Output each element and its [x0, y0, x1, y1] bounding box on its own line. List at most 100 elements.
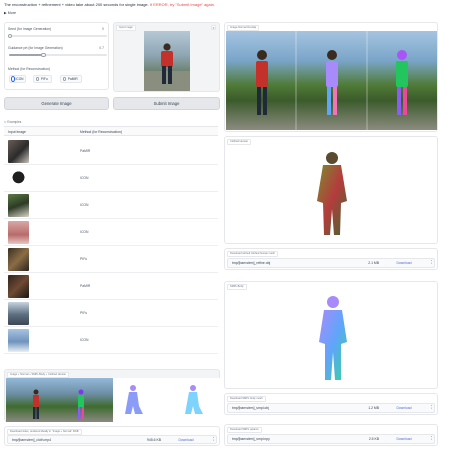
- download-link[interactable]: Download: [161, 438, 211, 442]
- download-link[interactable]: Download: [379, 437, 429, 441]
- image-normal-overlap-panel[interactable]: Image-Normal Overlap: [224, 22, 438, 132]
- video-file-row: tmp/[barnsiem]_cloth.mp4 945.6 KB Downlo…: [7, 435, 217, 444]
- example-method: PIFu: [80, 257, 88, 261]
- example-thumbnail: [8, 140, 29, 163]
- example-method: ICON: [80, 230, 89, 234]
- example-thumbnail: [8, 329, 29, 352]
- refined-file-row: tmp/[barnsiem]_refine.obj 2.1 MB Downloa…: [227, 258, 435, 268]
- example-thumbnail: [8, 275, 29, 298]
- video-panel[interactable]: Image + Normal + SMPL Body + Clothed Hum…: [4, 369, 220, 422]
- table-header: Input Image Method (for Reconstruction): [4, 126, 218, 136]
- close-icon[interactable]: ✕: [211, 25, 216, 30]
- examples-table: Input Image Method (for Reconstruction) …: [0, 126, 222, 364]
- header-method: Method (for Reconstruction): [80, 130, 123, 134]
- download-link[interactable]: Download: [379, 406, 429, 410]
- smpl-params-download-label: Download SMPL params: [227, 427, 262, 433]
- table-row[interactable]: PaMIR: [4, 138, 218, 165]
- table-row[interactable]: ICON: [4, 219, 218, 246]
- submit-image-button[interactable]: Submit Image: [113, 97, 220, 110]
- video-figures-icon: [33, 389, 84, 419]
- file-name: tmp/[barnsiem]_smpl.npy: [232, 437, 270, 441]
- clothed-mesh-icon: [317, 152, 347, 235]
- overlap-image: [226, 31, 437, 130]
- smpl-mesh-icon: [319, 296, 347, 380]
- seed-label: Seed (for Image Generation): [8, 27, 52, 31]
- smpl-body-label: SMPL Body: [227, 284, 247, 290]
- guidance-value: 0.7: [99, 46, 104, 50]
- table-row[interactable]: PaMIR: [4, 273, 218, 300]
- examples-label[interactable]: ▽ Examples: [4, 120, 21, 124]
- refined-download-label: Download refined clothed human mesh: [227, 251, 278, 257]
- method-option-label: ICON: [15, 77, 24, 81]
- file-name: tmp/[barnsiem]_refine.obj: [232, 261, 271, 265]
- generate-image-button[interactable]: Generate Image: [4, 97, 109, 110]
- refined-download-panel: Download refined clothed human mesh tmp/…: [224, 248, 438, 270]
- scroll-arrows-icon[interactable]: ▴ ▾: [429, 260, 434, 265]
- table-row[interactable]: ICON: [4, 165, 218, 192]
- guidance-slider-fill: [9, 54, 44, 56]
- input-image-label: Input Image: [116, 25, 136, 31]
- scroll-arrows-icon[interactable]: ▴ ▾: [211, 436, 216, 442]
- guidance-slider[interactable]: [9, 52, 107, 57]
- controls-panel: Seed (for Image Generation) 0 Guidance p…: [4, 22, 109, 90]
- method-option-label: PIFu: [40, 77, 48, 81]
- smpl-body-panel[interactable]: SMPL Body: [224, 281, 438, 389]
- example-thumbnail: [8, 248, 29, 271]
- overlap-figures-icon: [256, 31, 408, 130]
- example-thumbnail: [8, 167, 29, 190]
- example-method: PIFu: [80, 311, 88, 315]
- person-figure-icon: [144, 43, 190, 91]
- table-row[interactable]: PIFu: [4, 300, 218, 327]
- file-name: tmp/[barnsiem]_cloth.mp4: [12, 437, 52, 442]
- example-method: PaMIR: [80, 284, 91, 288]
- file-name: tmp/[barnsiem]_smpl.obj: [232, 406, 269, 410]
- video-frame-normals: [113, 378, 220, 422]
- seed-value: 0: [102, 27, 104, 31]
- clothed-human-label: Clothed Human: [227, 139, 252, 145]
- scroll-arrows-icon[interactable]: ▴ ▾: [429, 436, 434, 441]
- example-method: ICON: [80, 203, 89, 207]
- example-method: ICON: [80, 176, 89, 180]
- method-option-icon[interactable]: ICON: [9, 75, 26, 83]
- table-row[interactable]: ICON: [4, 327, 218, 354]
- scroll-arrows-icon[interactable]: ▴ ▾: [429, 405, 434, 410]
- method-label: Method (for Reconstruction): [8, 67, 51, 71]
- header-input-image: Input Image: [8, 130, 26, 134]
- seed-slider-knob[interactable]: [8, 33, 13, 38]
- file-size: 1.2 MB: [368, 406, 379, 410]
- smpl-params-file-row: tmp/[barnsiem]_smpl.npy 2.5 KB Download …: [227, 434, 435, 444]
- example-method: PaMIR: [80, 149, 91, 153]
- download-link[interactable]: Download: [379, 261, 429, 265]
- smpl-mesh-download-panel: Download SMPL body mesh tmp/[barnsiem]_s…: [224, 393, 438, 415]
- example-thumbnail: [8, 194, 29, 217]
- radio-dot: [63, 77, 67, 81]
- method-option-pamir[interactable]: PaMIR: [60, 75, 82, 83]
- video-frame-photo: [6, 378, 113, 422]
- radio-dot: [36, 77, 40, 81]
- example-method: ICON: [80, 338, 89, 342]
- file-size: 945.6 KB: [147, 437, 161, 442]
- more-toggle[interactable]: ▶ More: [4, 11, 16, 15]
- method-option-pifu[interactable]: PIFu: [33, 75, 52, 83]
- example-thumbnail: [8, 302, 29, 325]
- video-download-panel: Download video, rendered ideally in "Ima…: [4, 426, 220, 446]
- input-image-panel[interactable]: Input Image ✕: [113, 22, 220, 92]
- smpl-params-download-panel: Download SMPL params tmp/[barnsiem]_smpl…: [224, 424, 438, 446]
- normal-mesh-figures-icon: [125, 385, 203, 414]
- seed-slider[interactable]: [8, 33, 107, 38]
- guidance-slider-knob[interactable]: [41, 52, 46, 57]
- smpl-mesh-download-label: Download SMPL body mesh: [227, 396, 266, 402]
- file-size: 2.5 KB: [368, 437, 379, 441]
- guidance-label: Guidance prt (for Image Generation): [8, 46, 63, 50]
- table-row[interactable]: PIFu: [4, 246, 218, 273]
- input-photo: [144, 31, 190, 91]
- file-size: 2.1 MB: [368, 261, 379, 265]
- notice-error-text: If ERROR, try "Submit Image" again.: [149, 2, 215, 7]
- example-thumbnail: [8, 221, 29, 244]
- notice-text: The reconstruction + refinement + video …: [4, 2, 149, 7]
- smpl-mesh-file-row: tmp/[barnsiem]_smpl.obj 1.2 MB Download …: [227, 403, 435, 413]
- table-row[interactable]: ICON: [4, 192, 218, 219]
- clothed-human-panel[interactable]: Clothed Human: [224, 136, 438, 244]
- status-notice: The reconstruction + refinement + video …: [4, 2, 215, 7]
- radio-dot-selected: [11, 76, 15, 82]
